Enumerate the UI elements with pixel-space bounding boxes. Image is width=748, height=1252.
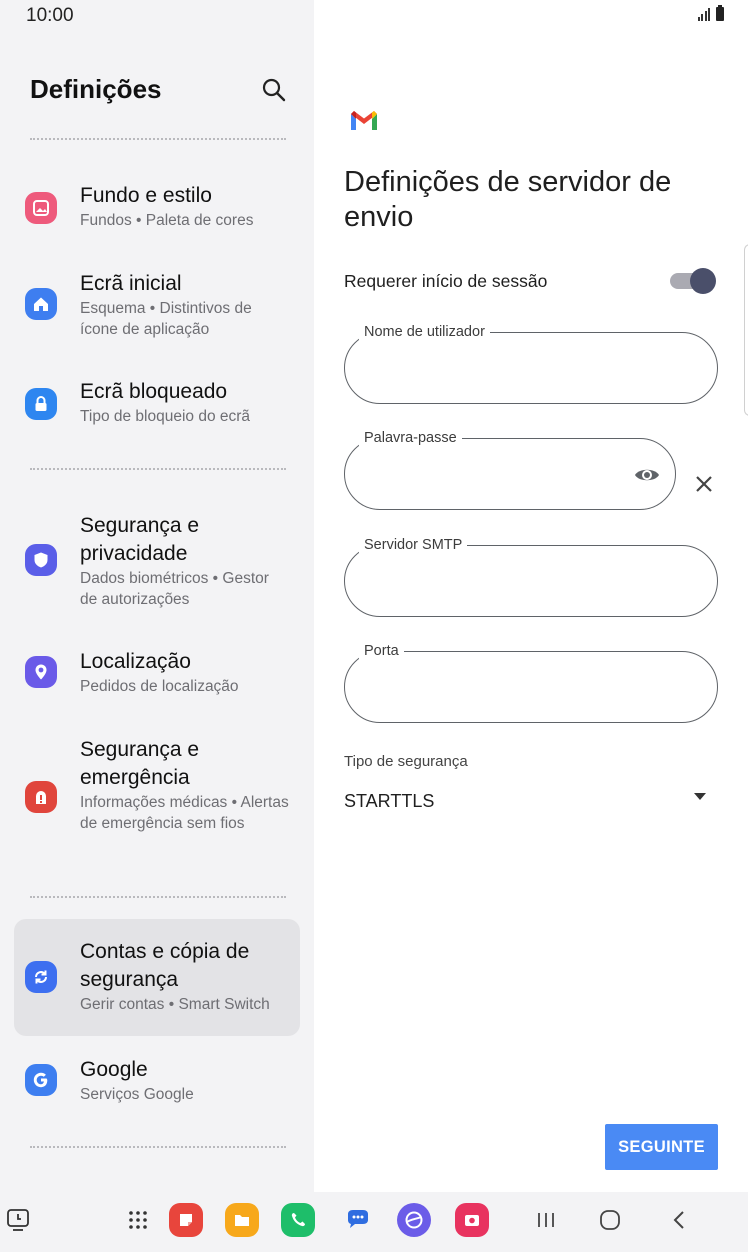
- item-title: Localização: [80, 650, 191, 673]
- item-subtitle: Esquema • Distintivos de ícone de aplica…: [80, 300, 252, 338]
- divider: [30, 468, 286, 470]
- recents-icon[interactable]: [528, 1202, 564, 1238]
- settings-item-lock-screen[interactable]: Ecrã bloqueado Tipo de bloqueio do ecrã: [14, 372, 300, 444]
- settings-item-location[interactable]: Localização Pedidos de localização: [14, 642, 300, 714]
- apps-grid-icon[interactable]: [120, 1202, 156, 1238]
- settings-item-safety-emergency[interactable]: Segurança e emergência Informações médic…: [14, 732, 300, 864]
- item-subtitle: Fundos • Paleta de cores: [80, 212, 254, 229]
- status-bar: 10:00: [0, 0, 748, 40]
- password-label: Palavra-passe: [359, 429, 462, 447]
- username-label: Nome de utilizador: [359, 323, 490, 341]
- home-icon: [25, 288, 57, 320]
- internet-icon[interactable]: [396, 1202, 432, 1238]
- item-subtitle: Gerir contas • Smart Switch: [80, 996, 270, 1013]
- my-files-icon[interactable]: [224, 1202, 260, 1238]
- close-icon[interactable]: [692, 472, 716, 496]
- lock-icon: [25, 388, 57, 420]
- notes-icon[interactable]: [168, 1202, 204, 1238]
- search-icon[interactable]: [260, 76, 288, 104]
- page-title: Definições de servidor de envio: [344, 166, 672, 233]
- home-button-icon[interactable]: [592, 1202, 628, 1238]
- settings-item-accounts-backup[interactable]: Contas e cópia de segurança Gerir contas…: [14, 919, 300, 1036]
- screen-mirror-icon[interactable]: [0, 1202, 36, 1238]
- dropdown-arrow-icon[interactable]: [694, 793, 706, 800]
- item-title: Contas e cópia de segurança: [80, 940, 250, 991]
- item-title: Fundo e estilo: [80, 184, 212, 207]
- next-button[interactable]: SEGUINTE: [605, 1124, 718, 1170]
- outgoing-server-pane: Definições de servidor de envio Requerer…: [314, 0, 748, 1192]
- eye-icon[interactable]: [633, 461, 661, 489]
- signal-icon: [697, 7, 710, 21]
- item-subtitle: Dados biométricos • Gestor de autorizaçõ…: [80, 570, 269, 608]
- divider: [30, 138, 286, 140]
- require-login-toggle[interactable]: [670, 268, 716, 294]
- google-icon: [25, 1064, 57, 1096]
- messages-icon[interactable]: [340, 1202, 376, 1238]
- wallpaper-icon: [25, 192, 57, 224]
- require-login-label: Requerer início de sessão: [344, 271, 548, 291]
- item-subtitle: Pedidos de localização: [80, 678, 239, 695]
- smtp-server-label: Servidor SMTP: [359, 536, 468, 554]
- item-subtitle: Serviços Google: [80, 1086, 194, 1103]
- username-field[interactable]: Nome de utilizador: [344, 323, 718, 404]
- back-icon[interactable]: [662, 1202, 698, 1238]
- item-title: Ecrã inicial: [80, 272, 182, 295]
- item-title: Segurança e emergência: [80, 738, 200, 789]
- divider: [30, 896, 286, 898]
- security-type-select[interactable]: STARTTLS: [344, 791, 434, 812]
- screen: Definições Fundo e estilo Fundos • Palet…: [0, 0, 748, 1252]
- item-subtitle: Tipo de bloqueio do ecrã: [80, 408, 251, 425]
- settings-item-wallpaper[interactable]: Fundo e estilo Fundos • Paleta de cores: [14, 172, 300, 244]
- security-type-label: Tipo de segurança: [344, 753, 468, 770]
- scroll-handle[interactable]: [744, 244, 748, 416]
- shield-icon: [25, 544, 57, 576]
- settings-item-home-screen[interactable]: Ecrã inicial Esquema • Distintivos de íc…: [14, 262, 300, 352]
- phone-icon[interactable]: [280, 1202, 316, 1238]
- settings-title: Definições: [30, 74, 162, 104]
- item-subtitle: Informações médicas • Alertas de emergên…: [80, 794, 289, 832]
- navigation-bar: [0, 1192, 748, 1252]
- settings-item-google[interactable]: Google Serviços Google: [14, 1050, 300, 1122]
- location-icon: [25, 656, 57, 688]
- port-field[interactable]: Porta: [344, 642, 718, 723]
- settings-item-security-privacy[interactable]: Segurança e privacidade Dados biométrico…: [14, 504, 300, 616]
- sync-icon: [25, 961, 57, 993]
- divider: [30, 1146, 286, 1148]
- smtp-server-field[interactable]: Servidor SMTP: [344, 536, 718, 617]
- battery-icon: [716, 5, 724, 21]
- screen-recorder-icon[interactable]: [454, 1202, 490, 1238]
- emergency-icon: [25, 781, 57, 813]
- item-title: Google: [80, 1058, 148, 1081]
- item-title: Segurança e privacidade: [80, 514, 200, 565]
- settings-list-pane: Definições Fundo e estilo Fundos • Palet…: [0, 0, 314, 1192]
- gmail-logo-icon: [349, 110, 379, 132]
- port-label: Porta: [359, 642, 404, 660]
- password-field[interactable]: Palavra-passe: [344, 429, 676, 510]
- item-title: Ecrã bloqueado: [80, 380, 228, 403]
- status-time: 10:00: [26, 5, 74, 26]
